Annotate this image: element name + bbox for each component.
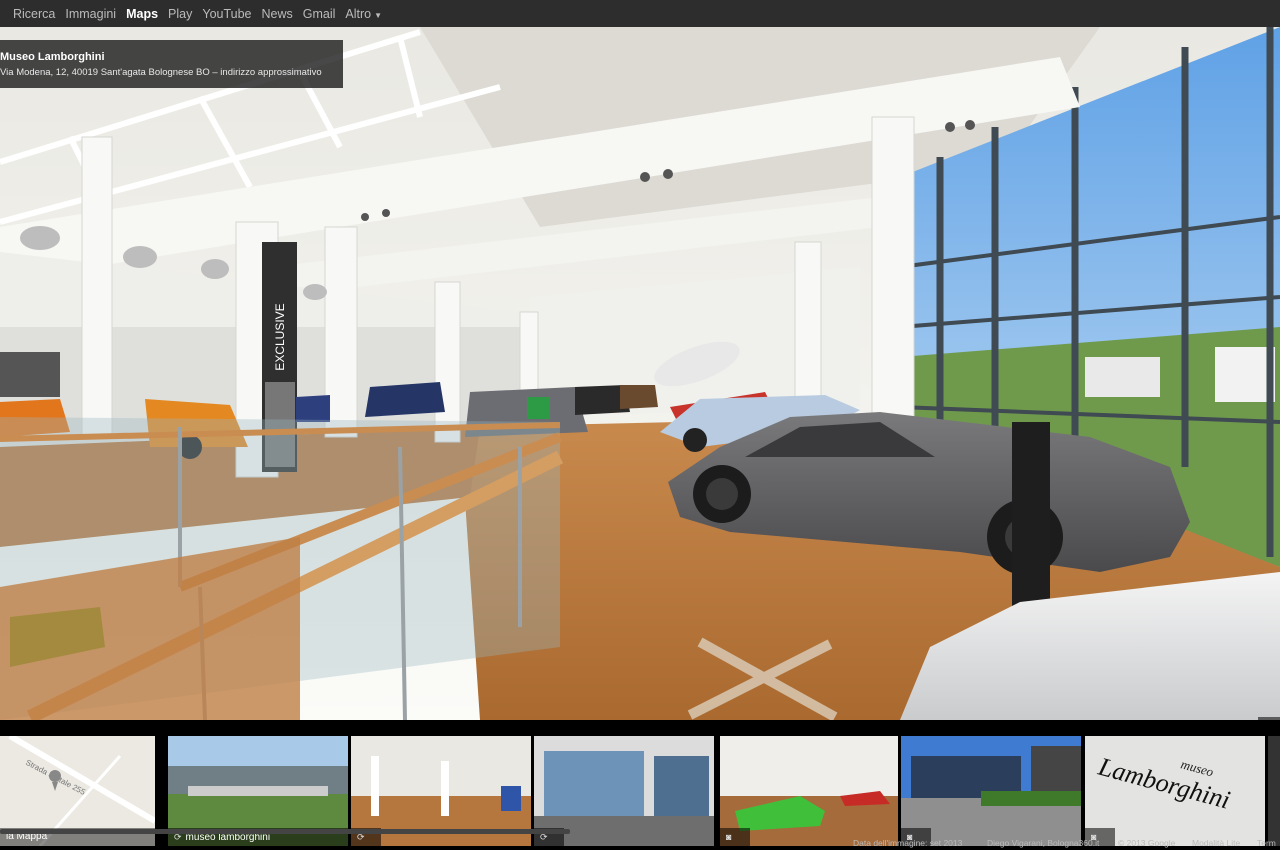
lite-mode-link[interactable]: Modalità Lite — [1192, 836, 1240, 850]
topbar-item-gmail[interactable]: Gmail — [303, 7, 336, 21]
thumb-5[interactable]: ◙ — [901, 736, 1081, 846]
google-top-bar: Ricerca Immagini Maps Play YouTube News … — [0, 0, 1280, 27]
thumb-6[interactable]: museo Lamborghini ◙ — [1085, 736, 1265, 846]
image-date: Data dell'immagine: set 2013 — [853, 838, 963, 848]
topbar-item-altro[interactable]: Altro ▼ — [345, 7, 382, 21]
topbar-item-play[interactable]: Play — [168, 7, 192, 21]
panorama-scene: EXCLUSIVE — [0, 27, 1280, 720]
topbar-item-news[interactable]: News — [262, 7, 293, 21]
altro-label: Altro — [345, 6, 372, 21]
attribution-footer: Data dell'immagine: set 2013 Diego Vigar… — [0, 836, 1280, 850]
terms-link[interactable]: Term — [1257, 836, 1276, 850]
chevron-down-icon: ▼ — [374, 10, 383, 20]
topbar-item-immagini[interactable]: Immagini — [65, 7, 116, 21]
image-author[interactable]: Diego Vigarani, Bologna360.it — [987, 836, 1099, 850]
topbar-item-maps[interactable]: Maps — [126, 7, 158, 21]
place-info-card: Museo Lamborghini Via Modena, 12, 40019 … — [0, 40, 343, 88]
topbar-item-youtube[interactable]: YouTube — [202, 7, 251, 21]
thumb-4[interactable]: ◙ — [720, 736, 898, 846]
filmstrip-scrollbar[interactable] — [0, 829, 570, 834]
place-title[interactable]: Museo Lamborghini — [0, 51, 343, 64]
topbar-item-ricerca[interactable]: Ricerca — [13, 7, 55, 21]
thumb-7-partial[interactable] — [1268, 736, 1280, 846]
copyright: © 2013 Google — [1118, 838, 1176, 848]
exclusive-banner-text: EXCLUSIVE — [273, 303, 287, 370]
place-address: Via Modena, 12, 40019 Sant'agata Bologne… — [0, 67, 322, 78]
street-view-panorama[interactable]: EXCLUSIVE — [0, 27, 1280, 720]
